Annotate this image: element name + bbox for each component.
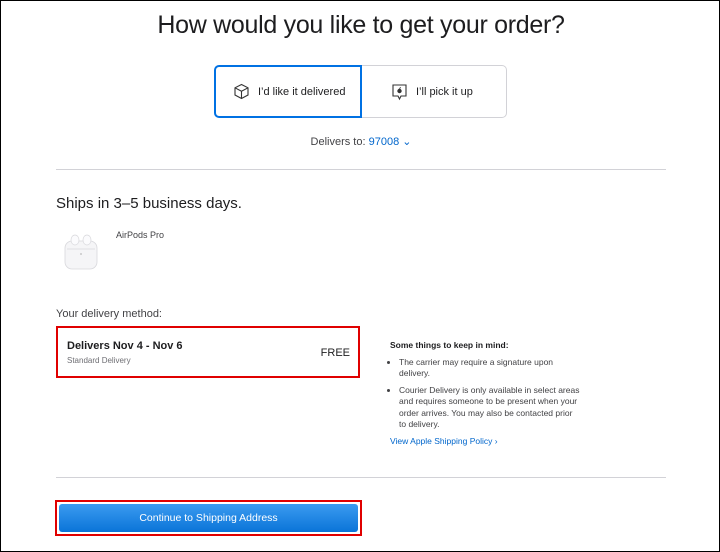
shipping-policy-link[interactable]: View Apple Shipping Policy ›: [390, 436, 580, 448]
option-pickup[interactable]: I’ll pick it up: [362, 65, 507, 118]
notes-heading: Some things to keep in mind:: [390, 340, 509, 350]
box-icon: [232, 83, 250, 101]
option-pickup-label: I’ll pick it up: [416, 85, 473, 98]
section-divider: [56, 169, 666, 170]
delivery-notes: Some things to keep in mind: The carrier…: [390, 340, 580, 447]
product-image: [62, 232, 100, 272]
delivery-method-option[interactable]: Delivers Nov 4 - Nov 6 Standard Delivery…: [56, 326, 360, 378]
chevron-down-icon: ⌄: [402, 136, 412, 148]
delivers-to-label: Delivers to:: [310, 136, 366, 148]
option-delivered-label: I’d like it delivered: [258, 85, 346, 98]
product-name: AirPods Pro: [116, 230, 165, 240]
delivery-dates: Delivers Nov 4 - Nov 6: [67, 340, 183, 352]
continue-to-shipping-button[interactable]: Continue to Shipping Address: [59, 504, 358, 532]
zip-code: 97008: [368, 136, 400, 148]
delivery-price: FREE: [320, 347, 350, 359]
section-divider: [56, 477, 666, 478]
checkout-page: How would you like to get your order? I’…: [0, 0, 720, 552]
note-item: The carrier may require a signature upon…: [399, 357, 580, 380]
zip-code-link[interactable]: 97008 ⌄: [369, 136, 412, 148]
fulfillment-toggle: I’d like it delivered I’ll pick it up: [214, 65, 507, 118]
delivery-type: Standard Delivery: [67, 356, 131, 365]
delivery-method-label: Your delivery method:: [56, 308, 162, 320]
cta-highlight: Continue to Shipping Address: [55, 500, 362, 536]
ships-heading: Ships in 3–5 business days.: [56, 195, 242, 212]
notes-list: The carrier may require a signature upon…: [390, 357, 580, 431]
page-title: How would you like to get your order?: [157, 11, 565, 39]
delivers-to: Delivers to: 97008 ⌄: [1, 135, 720, 148]
option-delivered[interactable]: I’d like it delivered: [214, 65, 362, 118]
note-item: Courier Delivery is only available in se…: [399, 385, 580, 431]
store-icon: [390, 83, 408, 101]
